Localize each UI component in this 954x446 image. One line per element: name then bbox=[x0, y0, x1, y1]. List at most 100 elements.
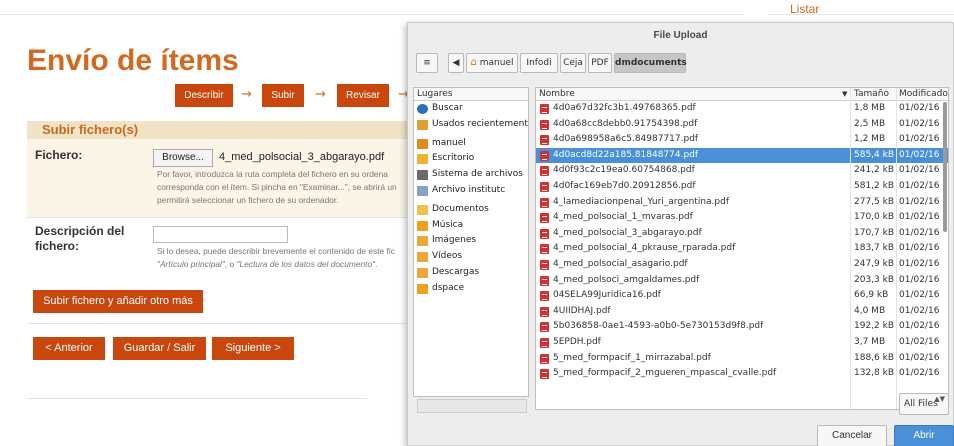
file-list-header: Nombre ▼ Tamaño Modificado bbox=[536, 88, 948, 101]
save-exit-button[interactable]: Guardar / Salir bbox=[113, 337, 206, 360]
place-label: Usados recientemente bbox=[432, 118, 529, 129]
file-modified: 01/02/16 bbox=[899, 368, 940, 379]
browse-button[interactable]: Browse... bbox=[153, 149, 213, 167]
file-name: 4d0a68cc8debb0.91754398.pdf bbox=[553, 118, 698, 129]
file-size: 66,9 kB bbox=[854, 290, 889, 301]
file-size: 585,4 kB bbox=[854, 149, 895, 160]
search-icon bbox=[417, 104, 428, 114]
file-type-filter[interactable]: All Files ▲▼ bbox=[899, 393, 949, 415]
file-size: 132,8 kB bbox=[854, 368, 895, 379]
place-dspace[interactable]: dspace bbox=[414, 281, 528, 297]
documents-icon bbox=[417, 204, 428, 215]
file-row[interactable]: 4_med_polsocial_1_mvaras.pdf 170,0 kB 01/0… bbox=[536, 210, 948, 226]
previous-button[interactable]: < Anterior bbox=[33, 337, 105, 360]
path-segment-manuel[interactable]: ⌂ manuel bbox=[466, 53, 518, 73]
step-subir[interactable]: Subir bbox=[262, 84, 304, 107]
pdf-file-icon bbox=[540, 135, 549, 146]
path-back-button[interactable]: ◀ bbox=[448, 53, 464, 73]
pdf-file-icon bbox=[540, 322, 549, 333]
file-size: 2,5 MB bbox=[854, 118, 886, 129]
right-rule bbox=[768, 14, 954, 15]
network-icon bbox=[417, 185, 428, 196]
downloads-icon bbox=[417, 267, 428, 278]
places-scrollbar[interactable] bbox=[417, 399, 527, 413]
column-modified[interactable]: Modificado bbox=[899, 88, 948, 100]
path-segment-label: manuel bbox=[479, 58, 514, 68]
file-size: 3,7 MB bbox=[854, 336, 886, 347]
file-list-scrollbar[interactable] bbox=[943, 102, 947, 232]
place-videos[interactable]: Vídeos bbox=[414, 249, 528, 265]
column-size[interactable]: Tamaño bbox=[854, 88, 889, 100]
file-row[interactable]: 04SELA99Juridica16.pdf 66,9 kB 01/02/16 bbox=[536, 288, 948, 304]
file-row[interactable]: 4UIIDHAJ.pdf 4,0 MB 01/02/16 bbox=[536, 304, 948, 320]
file-row[interactable]: 4_med_polsocial_asagario.pdf 247,9 kB 01/0… bbox=[536, 257, 948, 273]
file-row[interactable]: 4d0f93c2c19ea0.60754868.pdf 241,2 kB 01/02… bbox=[536, 163, 948, 179]
file-row[interactable]: 5b036858-0ae1-4593-a0b0-5e730153d9f8.pdf… bbox=[536, 319, 948, 335]
pdf-file-icon bbox=[540, 166, 549, 177]
place-network[interactable]: Archivo institutc bbox=[414, 183, 528, 199]
file-row[interactable]: 4d0fac169eb7d0.20912856.pdf 581,2 kB 01/02… bbox=[536, 179, 948, 195]
open-button[interactable]: Abrir bbox=[894, 425, 954, 446]
file-row[interactable]: 5_med_formpacif_2_mgueren_mpascal_cvalle… bbox=[536, 366, 948, 382]
file-row[interactable]: 4d0a68cc8debb0.91754398.pdf 2,5 MB 01/02/1… bbox=[536, 117, 948, 133]
file-modified: 01/02/16 bbox=[899, 321, 940, 332]
file-name: 4_med_polsocial_1_mvaras.pdf bbox=[553, 212, 693, 223]
file-row[interactable]: 4_med_polsocial_3_abgarayo.pdf 170,7 kB 01… bbox=[536, 226, 948, 242]
page-title: Envío de ítems bbox=[27, 44, 239, 77]
place-home[interactable]: manuel bbox=[414, 136, 528, 152]
music-icon bbox=[417, 220, 428, 231]
pdf-file-icon bbox=[540, 369, 549, 380]
file-name: 04SELA99Juridica16.pdf bbox=[553, 290, 661, 301]
file-size: 192,2 kB bbox=[854, 321, 895, 332]
file-row[interactable]: 4_med_polsoci_amgaldames.pdf 203,3 kB 01/0… bbox=[536, 273, 948, 289]
step-describir[interactable]: Describir bbox=[175, 84, 233, 107]
file-modified: 01/02/16 bbox=[899, 258, 940, 269]
place-downloads[interactable]: Descargas bbox=[414, 265, 528, 281]
next-button[interactable]: Siguiente > bbox=[212, 337, 294, 360]
file-row[interactable]: 4_med_polsocial_4_pkrause_rparada.pdf 183… bbox=[536, 241, 948, 257]
file-row[interactable]: 4d0acd8d22a185.81848774.pdf 585,4 kB 01/02… bbox=[536, 147, 948, 164]
sort-descending-icon[interactable]: ▼ bbox=[842, 88, 847, 100]
file-row[interactable]: 5_med_formpacif_1_mirrazabal.pdf 188,6 kB… bbox=[536, 351, 948, 367]
file-name: 5b036858-0ae1-4593-a0b0-5e730153d9f8.pdf bbox=[553, 321, 764, 332]
place-music[interactable]: Música bbox=[414, 218, 528, 234]
cancel-button[interactable]: Cancelar bbox=[817, 425, 887, 446]
upload-another-button[interactable]: Subir fichero y añadir otro más bbox=[33, 290, 203, 313]
column-name[interactable]: Nombre bbox=[539, 88, 575, 100]
file-name: 4_med_polsoci_amgaldames.pdf bbox=[553, 274, 700, 285]
file-modified: 01/02/16 bbox=[899, 243, 940, 254]
file-help-line-3: permitirá seleccionar un fichero de su o… bbox=[157, 195, 339, 205]
place-documents[interactable]: Documentos bbox=[414, 202, 528, 218]
pdf-file-icon bbox=[540, 306, 549, 317]
drive-icon bbox=[417, 170, 428, 181]
file-row[interactable]: 4d0a698958a6c5.84987717.pdf 1,2 MB 01/02/1… bbox=[536, 132, 948, 148]
place-recent[interactable]: Usados recientemente bbox=[414, 117, 528, 133]
path-segment-dmdocuments[interactable]: dmdocuments bbox=[614, 53, 687, 73]
help-example-1: "Artículo principal" bbox=[157, 259, 225, 269]
file-size: 170,7 kB bbox=[854, 227, 895, 238]
path-segment-pdf[interactable]: PDF bbox=[588, 53, 612, 73]
folder-icon bbox=[417, 283, 428, 294]
pdf-file-icon bbox=[540, 291, 549, 302]
file-row[interactable]: 4d0a67d32fc3b1.49768365.pdf 1,8 MB 01/02/1… bbox=[536, 101, 948, 117]
pdf-file-icon bbox=[540, 244, 549, 255]
place-desktop[interactable]: Escritorio bbox=[414, 151, 528, 167]
file-modified: 01/02/16 bbox=[899, 165, 940, 176]
path-segment-ceja[interactable]: Ceja bbox=[560, 53, 586, 73]
step-revisar[interactable]: Revisar bbox=[337, 84, 389, 107]
file-size: 1,8 MB bbox=[854, 103, 886, 113]
file-label: Fichero: bbox=[35, 148, 83, 162]
path-segment-infodi[interactable]: Infodi bbox=[520, 53, 558, 73]
file-modified: 01/02/16 bbox=[899, 290, 940, 301]
file-name: 4d0acd8d22a185.81848774.pdf bbox=[553, 149, 699, 160]
file-size: 170,0 kB bbox=[854, 212, 895, 223]
places-header[interactable]: Lugares bbox=[414, 88, 528, 101]
place-pictures[interactable]: Imágenes bbox=[414, 233, 528, 249]
description-input[interactable] bbox=[153, 226, 288, 243]
place-buscar[interactable]: Buscar bbox=[414, 101, 528, 117]
toggle-location-button[interactable]: ≡ bbox=[416, 53, 438, 73]
file-row[interactable]: 4_lamediacionpenal_Yuri_argentina.pdf 277… bbox=[536, 195, 948, 211]
place-filesystem[interactable]: Sistema de archivos bbox=[414, 167, 528, 183]
pencil-edit-icon: ≡ bbox=[423, 58, 431, 68]
file-row[interactable]: 5EPDH.pdf 3,7 MB 01/02/16 bbox=[536, 335, 948, 351]
